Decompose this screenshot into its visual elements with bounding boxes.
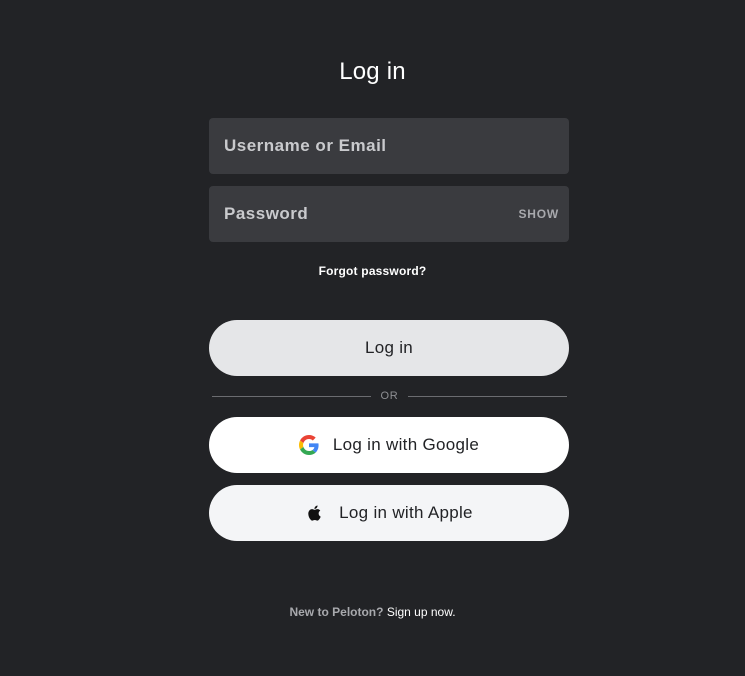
apple-login-label: Log in with Apple <box>339 503 473 522</box>
divider-line-right <box>407 395 568 397</box>
signup-prompt: New to Peloton? <box>289 605 384 619</box>
login-button[interactable]: Log in <box>209 320 569 376</box>
forgot-password-row: Forgot password? <box>0 264 745 278</box>
divider-line-left <box>212 395 372 397</box>
forgot-password-link[interactable]: Forgot password? <box>319 264 427 278</box>
google-login-label: Log in with Google <box>332 435 480 454</box>
username-field-container <box>209 118 569 174</box>
apple-login-button[interactable]: Log in with Apple <box>209 485 569 541</box>
show-password-button[interactable]: SHOW <box>518 186 559 242</box>
password-input[interactable] <box>209 186 569 242</box>
password-field-container: SHOW <box>209 186 569 242</box>
signup-row: New to Peloton? Sign up now. <box>0 605 745 619</box>
apple-logo-icon <box>305 503 325 523</box>
signup-link[interactable]: Sign up now. <box>387 605 456 619</box>
google-g-icon <box>298 435 319 455</box>
divider-label: OR <box>380 390 399 402</box>
or-divider: OR <box>212 388 568 404</box>
username-input[interactable] <box>209 118 569 174</box>
page-title: Log in <box>339 58 406 85</box>
google-login-button[interactable]: Log in with Google <box>209 417 569 473</box>
